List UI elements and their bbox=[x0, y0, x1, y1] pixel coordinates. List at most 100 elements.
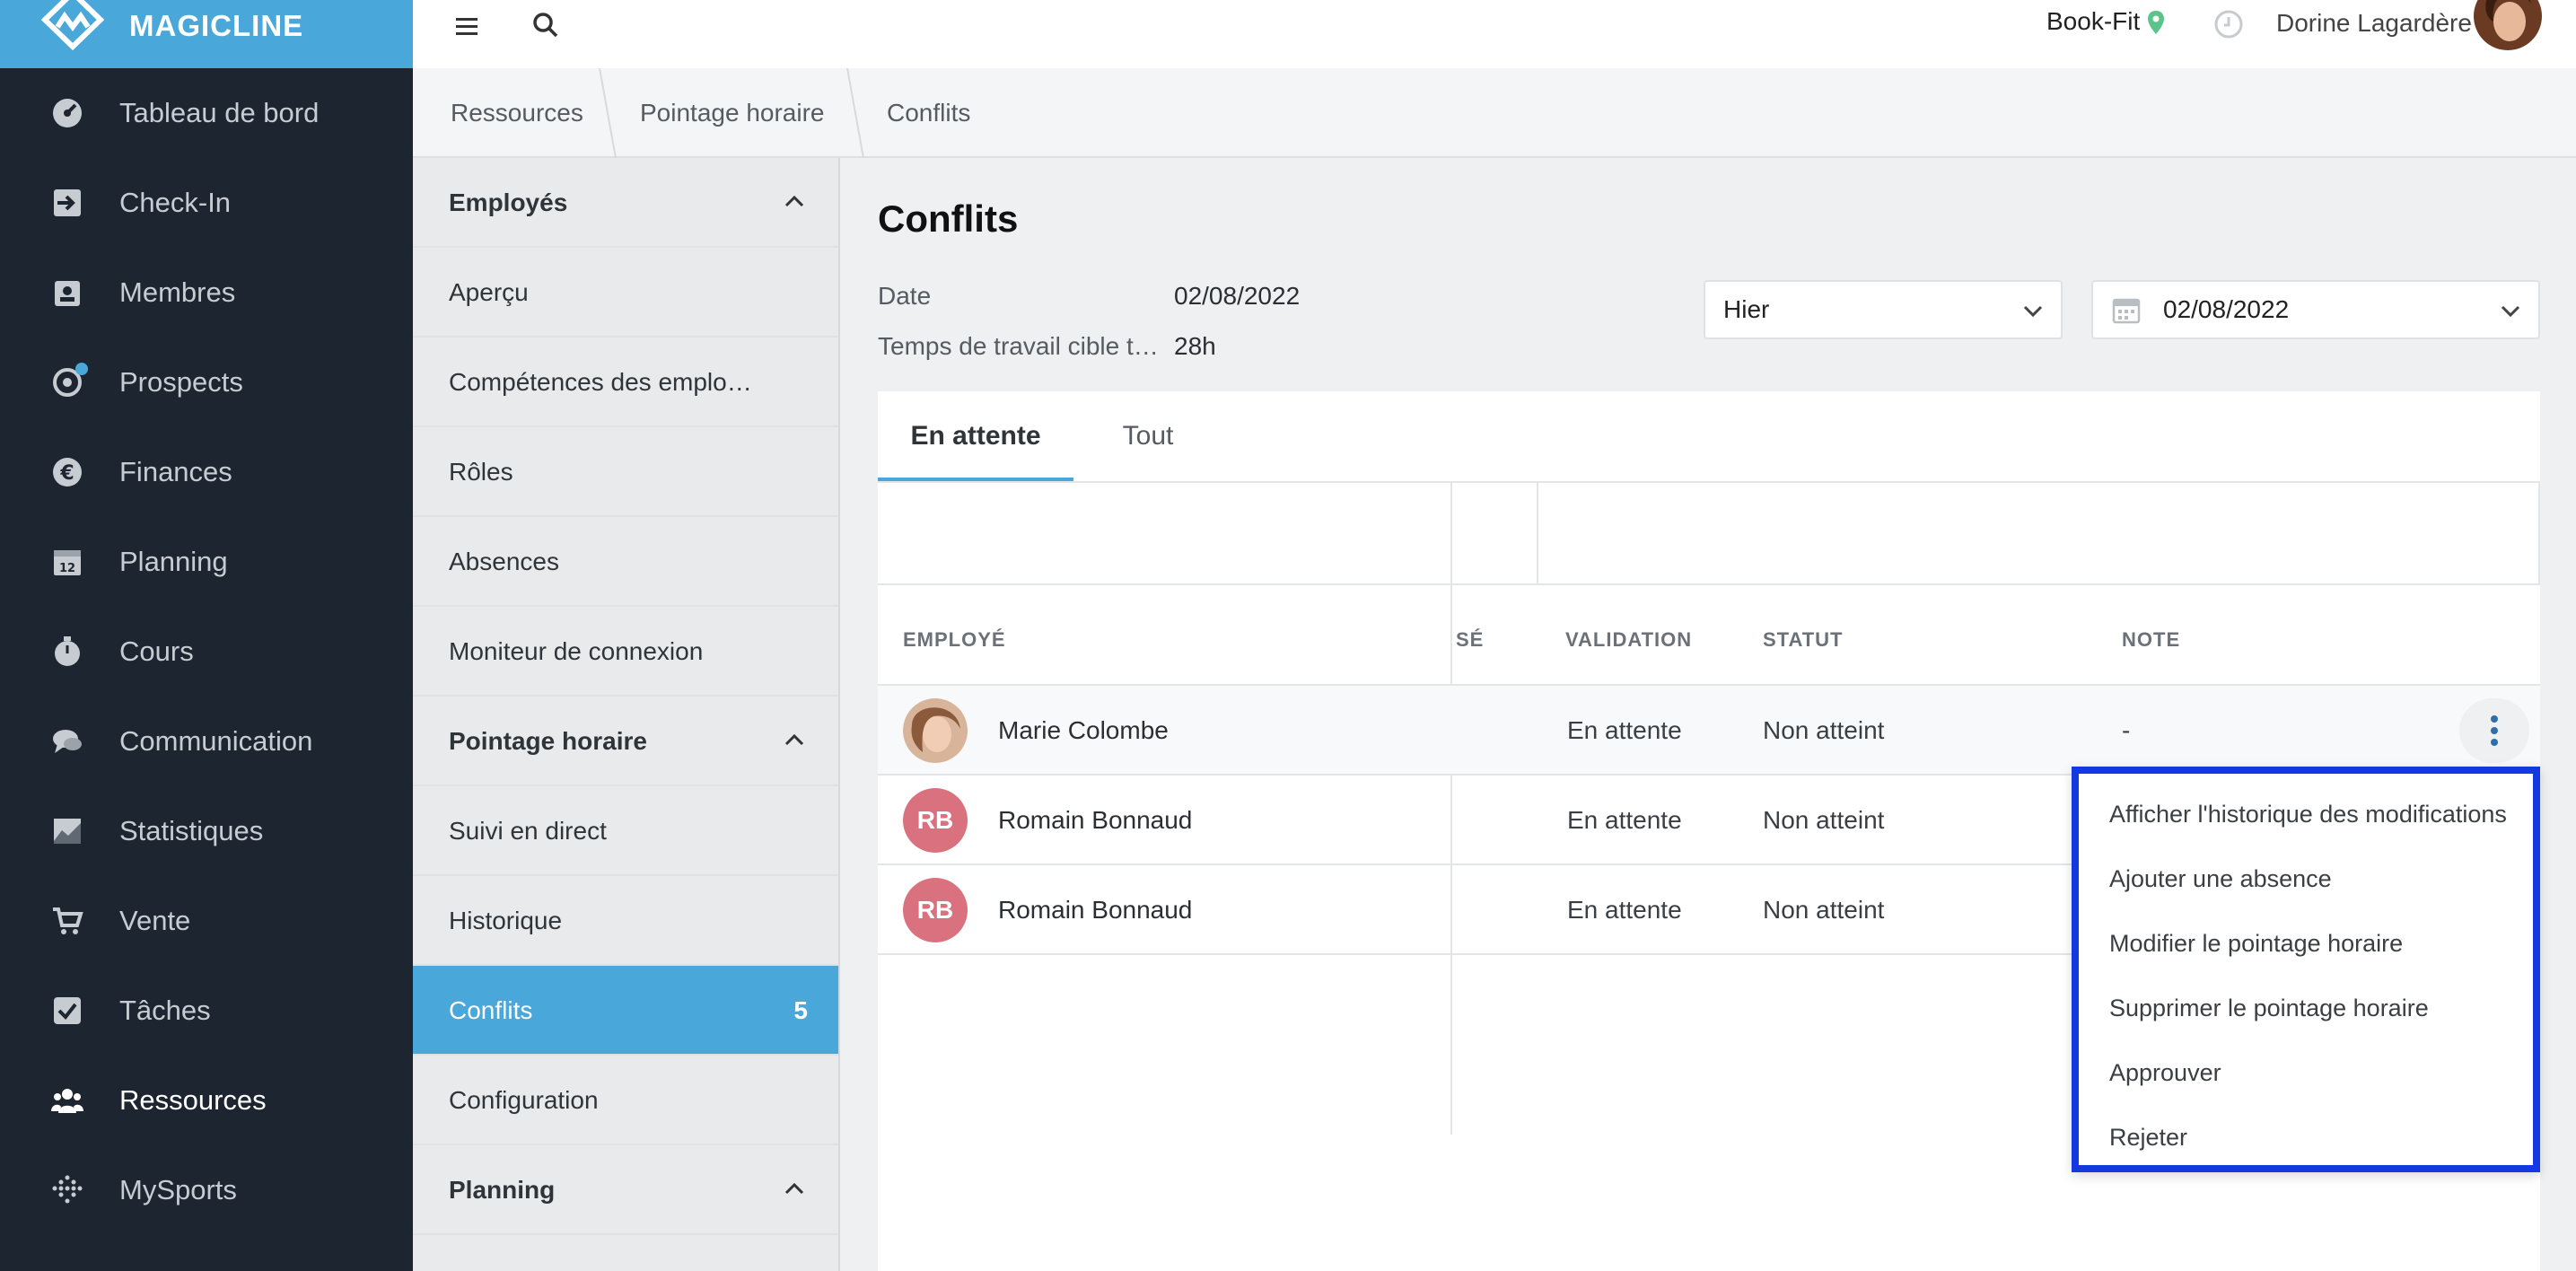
period-select[interactable]: Hier bbox=[1704, 280, 2063, 339]
menu-item-delete-timeclock[interactable]: Supprimer le pointage horaire bbox=[2109, 995, 2429, 1022]
user-avatar[interactable] bbox=[2474, 0, 2542, 50]
subnav-label: Aperçu bbox=[449, 278, 529, 306]
subnav-item-skills[interactable]: Compétences des emplo… bbox=[413, 337, 838, 427]
chevron-up-icon[interactable] bbox=[783, 731, 806, 749]
breadcrumb-item: Conflits bbox=[887, 99, 971, 127]
chart-icon bbox=[54, 819, 81, 844]
subnav-label: Rôles bbox=[449, 458, 513, 486]
breadcrumb-item[interactable]: Ressources bbox=[451, 68, 583, 158]
table-row[interactable]: Marie Colombe En attente Non atteint - bbox=[878, 686, 2540, 776]
user-name[interactable]: Dorine Lagardère bbox=[2276, 9, 2472, 38]
cart-icon bbox=[53, 907, 83, 934]
subnav-label: Moniteur de connexion bbox=[449, 637, 704, 665]
nav-label: Check-In bbox=[119, 187, 232, 218]
search-icon[interactable] bbox=[528, 7, 564, 43]
subnav-label: Absences bbox=[449, 548, 559, 575]
nav-item-statistics[interactable]: Statistiques bbox=[0, 786, 413, 876]
nav-item-dashboard[interactable]: Tableau de bord bbox=[0, 68, 413, 158]
menu-item-add-absence[interactable]: Ajouter une absence bbox=[2109, 865, 2332, 893]
chevron-up-icon[interactable] bbox=[783, 192, 806, 210]
date-picker[interactable]: 02/08/2022 bbox=[2091, 280, 2540, 339]
magicline-logo-icon bbox=[41, 0, 104, 51]
subnav-item-roles[interactable]: Rôles bbox=[413, 427, 838, 517]
kebab-menu-icon bbox=[2491, 715, 2498, 746]
nav-label: Finances bbox=[119, 456, 232, 487]
employee-name: Marie Colombe bbox=[998, 716, 1169, 744]
tab-pending[interactable]: En attente bbox=[878, 391, 1073, 481]
breadcrumb: Ressources Pointage horaire Conflits bbox=[413, 68, 2576, 158]
nav-label: Planning bbox=[119, 546, 228, 577]
section-title: Pointage horaire bbox=[449, 727, 647, 755]
members-icon bbox=[55, 281, 80, 306]
calendar-icon: 12 bbox=[54, 550, 81, 575]
nav-label: Vente bbox=[119, 905, 191, 936]
nav-item-tasks[interactable]: Tâches bbox=[0, 966, 413, 1056]
row-actions-button[interactable] bbox=[2459, 698, 2529, 763]
nav-item-members[interactable]: Membres bbox=[0, 248, 413, 337]
subnav-label: Configuration bbox=[449, 1086, 599, 1114]
subnav-section-planning[interactable]: Planning bbox=[413, 1145, 838, 1235]
subnav-section-timeclock[interactable]: Pointage horaire bbox=[413, 697, 838, 786]
brand-header[interactable]: MAGICLINE bbox=[0, 0, 413, 68]
euro-icon: € bbox=[53, 458, 82, 486]
nav-item-communication[interactable]: Communication bbox=[0, 697, 413, 786]
nav-item-mysports[interactable]: MySports bbox=[0, 1145, 413, 1235]
tab-all[interactable]: Tout bbox=[1073, 391, 1222, 481]
column-header-validation[interactable]: VALIDATION bbox=[1565, 628, 1692, 652]
svg-text:12: 12 bbox=[59, 562, 75, 575]
column-header-status[interactable]: STATUT bbox=[1763, 628, 1844, 652]
nav-item-checkin[interactable]: Check-In bbox=[0, 158, 413, 248]
validation-cell: En attente bbox=[1567, 806, 1682, 834]
resources-subnav: Employés Aperçu Compétences des emplo… R… bbox=[413, 158, 840, 1271]
employee-avatar-initials: RB bbox=[903, 788, 968, 853]
hamburger-menu-icon[interactable] bbox=[449, 9, 485, 45]
nav-item-finances[interactable]: € Finances bbox=[0, 427, 413, 517]
section-title: Planning bbox=[449, 1176, 556, 1204]
subnav-label: Suivi en direct bbox=[449, 817, 607, 845]
subnav-section-employees[interactable]: Employés bbox=[413, 158, 838, 248]
nav-item-prospects[interactable]: Prospects bbox=[0, 337, 413, 427]
subnav-item-login-monitor[interactable]: Moniteur de connexion bbox=[413, 607, 838, 697]
subnav-item-overview[interactable]: Aperçu bbox=[413, 248, 838, 337]
subnav-item-conflicts[interactable]: Conflits 5 bbox=[413, 966, 838, 1056]
subnav-item-configuration[interactable]: Configuration bbox=[413, 1056, 838, 1145]
nav-item-sales[interactable]: Vente bbox=[0, 876, 413, 966]
menu-item-reject[interactable]: Rejeter bbox=[2109, 1124, 2187, 1152]
column-header-employee[interactable]: EMPLOYÉ bbox=[903, 628, 1006, 652]
checkin-icon bbox=[54, 189, 81, 216]
location-pin-icon bbox=[2148, 11, 2164, 34]
menu-item-show-history[interactable]: Afficher l'historique des modifications bbox=[2109, 801, 2507, 828]
nav-item-resources[interactable]: Ressources bbox=[0, 1056, 413, 1145]
menu-item-approve[interactable]: Approuver bbox=[2109, 1059, 2221, 1087]
breadcrumb-separator bbox=[599, 68, 617, 158]
period-select-value: Hier bbox=[1723, 295, 1770, 323]
brand-name: MAGICLINE bbox=[129, 9, 304, 42]
nav-item-planning[interactable]: 12 Planning bbox=[0, 517, 413, 607]
calendar-icon bbox=[2112, 298, 2141, 324]
section-title: Employés bbox=[449, 188, 568, 216]
clock-icon[interactable] bbox=[2213, 9, 2244, 39]
subnav-item-history[interactable]: Historique bbox=[413, 876, 838, 966]
nav-item-courses[interactable]: Cours bbox=[0, 607, 413, 697]
chevron-up-icon[interactable] bbox=[783, 1179, 806, 1197]
subnav-item-live-tracking[interactable]: Suivi en direct bbox=[413, 786, 838, 876]
employee-avatar-initials: RB bbox=[903, 878, 968, 942]
studio-selector[interactable]: Book-Fit bbox=[2046, 7, 2140, 36]
column-divider bbox=[1537, 483, 1538, 585]
validation-cell: En attente bbox=[1567, 716, 1682, 744]
top-bar: Book-Fit Dorine Lagardère bbox=[413, 0, 2576, 68]
checkbox-icon bbox=[54, 997, 81, 1024]
column-divider bbox=[1450, 483, 1452, 585]
column-header-note[interactable]: NOTE bbox=[2122, 628, 2180, 652]
subnav-label: Historique bbox=[449, 907, 563, 934]
employee-name: Romain Bonnaud bbox=[998, 806, 1193, 834]
column-header-truncated[interactable]: SÉ bbox=[1456, 628, 1484, 652]
target-time-value: 28h bbox=[1174, 332, 1216, 360]
breadcrumb-item[interactable]: Pointage horaire bbox=[640, 68, 824, 158]
date-picker-value: 02/08/2022 bbox=[2163, 295, 2290, 323]
status-cell: Non atteint bbox=[1763, 896, 1885, 924]
chat-icon bbox=[53, 730, 82, 753]
page-title: Conflits bbox=[878, 197, 1019, 240]
subnav-item-absences[interactable]: Absences bbox=[413, 517, 838, 607]
menu-item-edit-timeclock[interactable]: Modifier le pointage horaire bbox=[2109, 930, 2403, 958]
